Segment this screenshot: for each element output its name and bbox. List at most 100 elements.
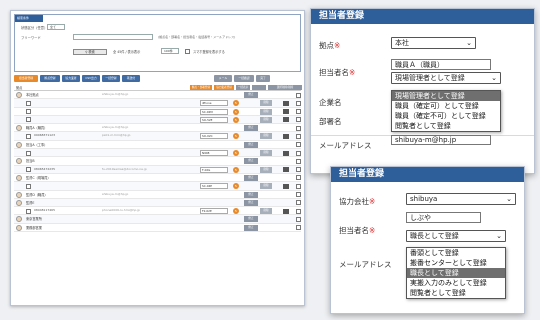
person-name-input[interactable]: しぶや: [406, 212, 481, 223]
role-select[interactable]: 現場管理者として登録 ⌄: [391, 72, 501, 84]
row-select-checkbox[interactable]: [296, 183, 301, 189]
delete-button[interactable]: 削除: [260, 133, 272, 140]
row-select-checkbox[interactable]: [296, 175, 301, 181]
row-select-checkbox[interactable]: [296, 109, 301, 115]
partner-company-select[interactable]: shibuya ⌄: [406, 193, 516, 205]
refresh-icon[interactable]: ↻: [233, 108, 239, 115]
row-select-checkbox[interactable]: [296, 158, 301, 164]
toolbar-register-staff[interactable]: 担当者登録: [14, 75, 38, 82]
row-checkbox[interactable]: [26, 100, 31, 106]
role-option[interactable]: 職長として登録: [407, 268, 505, 278]
header-register-dept[interactable]: 拠点・部署登録: [190, 85, 212, 90]
toolbar-done[interactable]: 完了: [256, 75, 270, 82]
row-select-checkbox[interactable]: [296, 117, 301, 123]
refresh-icon[interactable]: ↻: [233, 100, 239, 107]
delete-button[interactable]: 削除: [260, 208, 272, 215]
edit-button[interactable]: 修正: [244, 216, 258, 223]
smartphone-checkbox[interactable]: [185, 49, 190, 54]
base-select[interactable]: 本社 ⌄: [391, 37, 476, 49]
mail-icon[interactable]: [283, 167, 289, 173]
mail-icon[interactable]: [283, 133, 289, 139]
table-row[interactable]: 09068371123 ps01-m.hmi@hp.jp SO-02C ↻ 削除: [14, 132, 301, 141]
table-row[interactable]: 業務部営業 修正: [14, 224, 301, 233]
table-row[interactable]: 監督C（現場員） 修正: [14, 174, 301, 183]
role-option[interactable]: 現場管理者として登録: [392, 91, 500, 101]
row-select-checkbox[interactable]: [296, 208, 301, 214]
row-select-checkbox[interactable]: [296, 92, 301, 98]
delete-button[interactable]: 削除: [260, 116, 272, 123]
table-row[interactable]: 監督E 修正: [14, 198, 301, 208]
table-row[interactable]: 職員A（職員） shibuya-m@hp.jp 修正: [14, 124, 301, 133]
toolbar-csv[interactable]: CSV出力: [82, 75, 100, 82]
role-option[interactable]: 実搬入力のみとして登録: [407, 278, 505, 288]
row-checkbox[interactable]: [26, 109, 31, 115]
person-name-input[interactable]: 職員Ａ（職員）: [391, 59, 491, 70]
edit-button[interactable]: 修正: [244, 141, 258, 148]
row-select-checkbox[interactable]: [296, 225, 301, 231]
refresh-icon[interactable]: ↻: [233, 166, 239, 173]
mail-icon[interactable]: [283, 100, 289, 106]
row-select-checkbox[interactable]: [296, 192, 301, 198]
table-row[interactable]: SC-02M ↻ 削除: [14, 108, 301, 116]
edit-button[interactable]: 修正: [244, 158, 258, 165]
refresh-icon[interactable]: ↻: [233, 133, 239, 140]
role-option[interactable]: 職員（確定不可）として登録: [392, 111, 500, 121]
edit-button[interactable]: 修正: [244, 125, 258, 132]
row-checkbox[interactable]: [26, 167, 31, 173]
search-button[interactable]: ⚲ 検索: [73, 49, 107, 55]
role-option[interactable]: 搬番センターとして登録: [407, 258, 505, 268]
delete-button[interactable]: 削除: [260, 108, 272, 115]
header-blank[interactable]: [252, 85, 266, 90]
mail-icon[interactable]: [283, 183, 289, 189]
edit-button[interactable]: 修正: [244, 191, 258, 198]
free-word-input[interactable]: [73, 34, 153, 40]
row-select-checkbox[interactable]: [296, 133, 301, 139]
edit-button[interactable]: 修正: [244, 92, 258, 98]
mail-icon[interactable]: [283, 208, 289, 214]
refresh-icon[interactable]: ↻: [233, 150, 239, 157]
row-checkbox[interactable]: [26, 150, 31, 156]
mail-icon[interactable]: [283, 117, 289, 123]
table-row[interactable]: 08048117465 phone0006-lu.hmi@hp.jp F2-02E ↻…: [14, 207, 301, 216]
refresh-icon[interactable]: ↻: [233, 208, 239, 215]
header-register-partner[interactable]: 協力業者登録: [214, 85, 234, 90]
table-row[interactable]: N908 ↻ 削除: [14, 149, 301, 158]
delete-button[interactable]: 削除: [260, 150, 272, 157]
role-option[interactable]: 番頭として登録: [407, 248, 505, 258]
row-select-checkbox[interactable]: [296, 142, 301, 148]
role-option[interactable]: 閲覧者として登録: [407, 288, 505, 298]
status-select[interactable]: 全て: [47, 24, 65, 30]
role-option[interactable]: 職員（確定可）として登録: [392, 101, 500, 111]
mail-icon[interactable]: [283, 109, 289, 115]
table-row[interactable]: iPhone ↻ 削除: [14, 99, 301, 108]
header-show-all[interactable]: 一括表示: [236, 85, 250, 90]
toolbar-register-base[interactable]: 拠点登録: [40, 75, 60, 82]
row-select-checkbox[interactable]: [296, 150, 301, 156]
table-row[interactable]: 08065472235 fu-2019samsa@docomo.ne.jp F-02…: [14, 165, 301, 174]
edit-button[interactable]: 修正: [244, 199, 258, 206]
toolbar-resend[interactable]: 再送付: [122, 75, 140, 82]
table-row[interactable]: SC-04E ↻ 削除: [14, 182, 301, 191]
delete-button[interactable]: 削除: [260, 100, 272, 107]
table-row[interactable]: 監督D（職員） shibuya-m@hp.jp 修正: [14, 191, 301, 199]
mail-icon[interactable]: [283, 150, 289, 156]
delete-button[interactable]: 削除: [260, 166, 272, 173]
row-checkbox[interactable]: [26, 117, 31, 123]
table-row[interactable]: 担当B 修正: [14, 157, 301, 166]
row-checkbox[interactable]: [26, 183, 31, 189]
per-page-select[interactable]: 100件: [161, 48, 179, 54]
row-select-checkbox[interactable]: [296, 125, 301, 131]
toolbar-partners[interactable]: 協力業者: [62, 75, 80, 82]
row-select-checkbox[interactable]: [296, 100, 301, 106]
delete-button[interactable]: 削除: [260, 183, 272, 190]
row-select-checkbox[interactable]: [296, 216, 301, 222]
row-checkbox[interactable]: [26, 208, 31, 214]
edit-button[interactable]: 修正: [244, 174, 258, 181]
table-row[interactable]: 担当A（工事） 修正: [14, 141, 301, 150]
role-option[interactable]: 閲覧者として登録: [392, 121, 500, 131]
row-checkbox[interactable]: [26, 133, 31, 139]
row-select-checkbox[interactable]: [296, 167, 301, 173]
toolbar-bulk[interactable]: 一括登録: [102, 75, 120, 82]
row-select-checkbox[interactable]: [296, 200, 301, 206]
table-row[interactable]: 東京営業所 修正: [14, 215, 301, 224]
